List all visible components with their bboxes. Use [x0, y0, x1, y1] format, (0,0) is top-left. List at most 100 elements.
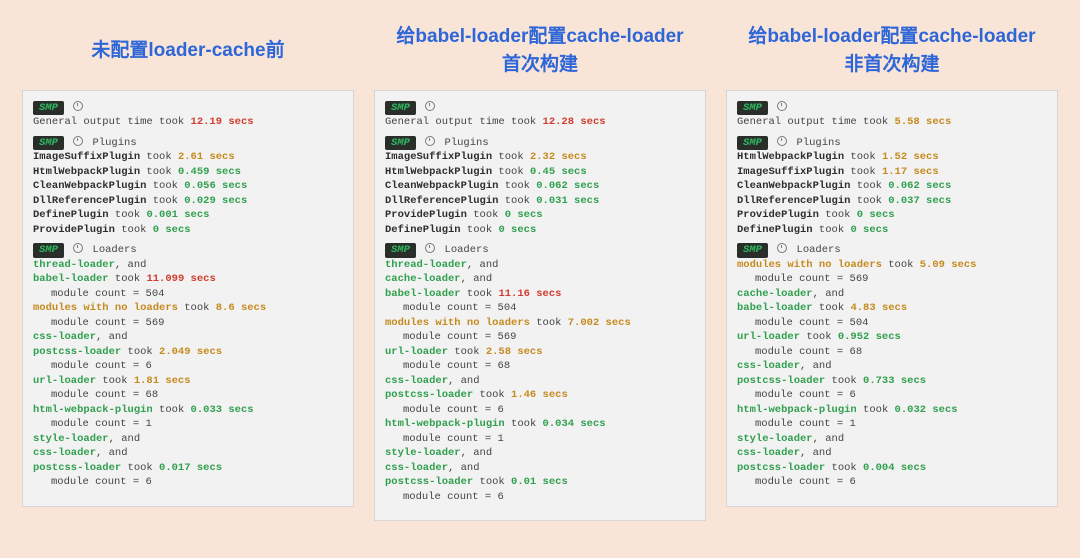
plugin-row: HtmlWebpackPlugin took 0.45 secs [385, 166, 587, 178]
plugin-time: 1.52 secs [882, 151, 939, 163]
module-count-label: module count = [403, 302, 498, 314]
loader-and: , and [96, 447, 128, 459]
loader-name: babel-loader [33, 273, 109, 285]
clock-icon [425, 101, 435, 111]
terminal-output: SMP General output time took 12.28 secsS… [374, 90, 706, 521]
plugin-took-word: took [140, 151, 178, 163]
plugin-name: CleanWebpackPlugin [385, 180, 498, 192]
plugin-row: DefinePlugin took 0 secs [737, 224, 888, 236]
column-1: 给babel-loader配置cache-loader 首次构建SMP Gene… [374, 20, 706, 521]
plugin-name: DllReferencePlugin [385, 195, 498, 207]
loader-took-word: took [448, 346, 486, 358]
plugin-row: ProvidePlugin took 0 secs [385, 209, 543, 221]
loader-name: html-webpack-plugin [33, 404, 153, 416]
module-count-value: 6 [850, 476, 856, 488]
loader-time: 1.46 secs [511, 389, 568, 401]
clock-icon [73, 243, 83, 253]
general-output-text: General output time took [33, 116, 191, 128]
smp-badge: SMP [385, 136, 416, 150]
smp-badge: SMP [33, 243, 64, 257]
loader-time: 2.58 secs [486, 346, 543, 358]
module-count-line: module count = 6 [33, 476, 152, 488]
module-count-label: module count = [755, 418, 850, 430]
loader-and: , and [467, 259, 499, 271]
loader-took-word: took [882, 259, 920, 271]
loader-time: 0.004 secs [863, 462, 926, 474]
plugin-name: CleanWebpackPlugin [33, 180, 146, 192]
plugin-took-word: took [498, 180, 536, 192]
module-count-value: 569 [146, 317, 165, 329]
plugins-block: SMP PluginsImageSuffixPlugin took 2.32 s… [385, 136, 695, 237]
loader-name: babel-loader [385, 288, 461, 300]
module-count-value: 569 [498, 331, 517, 343]
loader-took-word: took [473, 389, 511, 401]
module-count-label: module count = [403, 360, 498, 372]
loader-name: modules with no loaders [33, 302, 178, 314]
plugin-row: ImageSuffixPlugin took 1.17 secs [737, 166, 939, 178]
clock-icon [73, 101, 83, 111]
module-count-line: module count = 68 [737, 346, 862, 358]
module-count-label: module count = [51, 288, 146, 300]
module-count-label: module count = [403, 433, 498, 445]
loader-name: babel-loader [737, 302, 813, 314]
module-count-line: module count = 6 [737, 476, 856, 488]
general-output-line: SMP General output time took 5.58 secs [737, 101, 1047, 130]
plugin-took-word: took [844, 151, 882, 163]
module-count-line: module count = 68 [33, 389, 158, 401]
plugin-took-word: took [850, 180, 888, 192]
module-count-value: 6 [146, 476, 152, 488]
plugin-name: HtmlWebpackPlugin [385, 166, 492, 178]
plugin-took-word: took [492, 151, 530, 163]
loader-name: cache-loader [737, 288, 813, 300]
plugin-took-word: took [140, 166, 178, 178]
general-output-time: 12.28 secs [543, 116, 606, 128]
plugin-time: 0.056 secs [184, 180, 247, 192]
terminal-output: SMP General output time took 5.58 secsSM… [726, 90, 1058, 507]
module-count-line: module count = 504 [33, 288, 164, 300]
loader-took-word: took [473, 476, 511, 488]
loader-time: 0.952 secs [838, 331, 901, 343]
loader-name: css-loader [737, 447, 800, 459]
loader-and: , and [461, 273, 493, 285]
loader-took-word: took [96, 375, 134, 387]
smp-badge: SMP [385, 101, 416, 115]
loader-name: html-webpack-plugin [737, 404, 857, 416]
module-count-value: 1 [146, 418, 152, 430]
plugin-time: 0 secs [505, 209, 543, 221]
general-output-line: SMP General output time took 12.28 secs [385, 101, 695, 130]
loader-took-word: took [825, 375, 863, 387]
plugin-name: ImageSuffixPlugin [33, 151, 140, 163]
module-count-value: 68 [146, 389, 159, 401]
loader-took-word: took [153, 404, 191, 416]
general-output-line: SMP General output time took 12.19 secs [33, 101, 343, 130]
plugin-took-word: took [813, 224, 851, 236]
module-count-line: module count = 569 [737, 273, 868, 285]
loader-name: modules with no loaders [737, 259, 882, 271]
plugin-time: 1.17 secs [882, 166, 939, 178]
plugin-time: 0.062 secs [536, 180, 599, 192]
plugin-name: DefinePlugin [33, 209, 109, 221]
plugin-time: 0.001 secs [146, 209, 209, 221]
plugin-took-word: took [498, 195, 536, 207]
plugins-label: Plugins [93, 137, 137, 149]
plugin-time: 2.32 secs [530, 151, 587, 163]
plugin-row: DefinePlugin took 0.001 secs [33, 209, 209, 221]
loader-time: 0.01 secs [511, 476, 568, 488]
plugin-took-word: took [467, 209, 505, 221]
loader-time: 0.034 secs [543, 418, 606, 430]
loader-took-word: took [461, 288, 499, 300]
terminal-output: SMP General output time took 12.19 secs S… [22, 90, 354, 507]
loader-and: , and [461, 447, 493, 459]
loader-and: , and [448, 462, 480, 474]
module-count-label: module count = [51, 389, 146, 401]
plugin-time: 0 secs [153, 224, 191, 236]
plugin-took-word: took [850, 195, 888, 207]
module-count-label: module count = [403, 404, 498, 416]
plugin-took-word: took [146, 180, 184, 192]
plugin-time: 2.61 secs [178, 151, 235, 163]
module-count-value: 68 [850, 346, 863, 358]
plugin-took-word: took [115, 224, 153, 236]
module-count-label: module count = [51, 418, 146, 430]
comparison-row: 未配置loader-cache前SMP General output time … [22, 20, 1058, 521]
smp-badge: SMP [33, 136, 64, 150]
